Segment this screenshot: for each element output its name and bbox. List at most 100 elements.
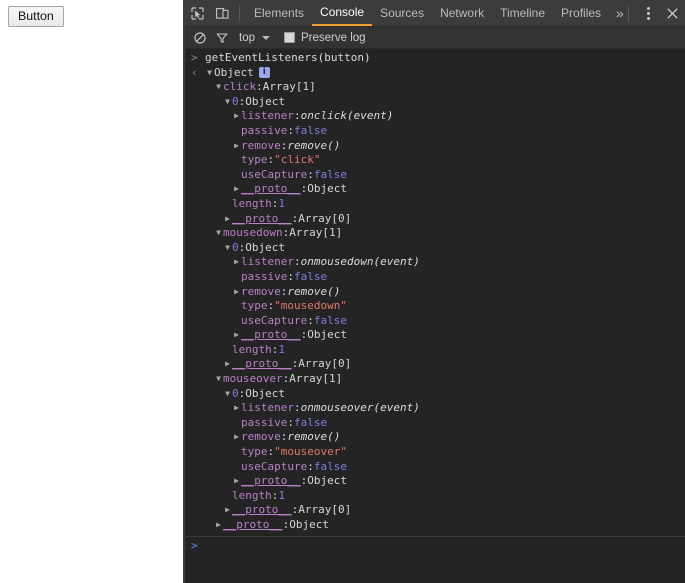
tab-sources[interactable]: Sources [372, 0, 432, 26]
device-toolbar-icon[interactable] [210, 0, 235, 26]
property-value: Object [307, 328, 347, 342]
disclosure-triangle-icon[interactable]: ▶ [232, 139, 241, 154]
disclosure-triangle-icon[interactable]: ▶ [232, 255, 241, 270]
property-colon: : [287, 123, 294, 137]
tab-timeline[interactable]: Timeline [492, 0, 553, 26]
property-value: Array[1] [289, 372, 343, 386]
console-tree-row: ▶ __proto__: Array[0] [185, 212, 685, 227]
toolbar-right-separator [628, 4, 629, 22]
console-tree-row: ▼ 0: Object [185, 95, 685, 110]
disclosure-triangle-icon[interactable]: ▶ [232, 430, 241, 445]
more-options-icon[interactable] [637, 0, 659, 26]
preserve-log-checkbox[interactable] [284, 32, 295, 43]
property-name: listener [241, 109, 294, 123]
property-colon: : [300, 328, 308, 342]
property-value: 1 [278, 342, 285, 356]
clear-console-icon[interactable] [189, 27, 211, 48]
filter-funnel-icon[interactable] [211, 27, 233, 48]
property-colon: : [280, 138, 288, 152]
disclosure-triangle-icon[interactable]: ▶ [232, 182, 241, 197]
property-value: Object [307, 182, 347, 196]
inspect-cursor-icon[interactable] [185, 0, 210, 26]
property-name: type [241, 445, 268, 459]
disclosure-spacer: ▶ [232, 460, 241, 475]
console-tree-row: ▶ remove: remove() [185, 430, 685, 445]
property-name: length [232, 196, 272, 210]
disclosure-triangle-icon[interactable]: ▶ [223, 357, 232, 372]
console-tree-row: ▶ __proto__: Object [185, 474, 685, 489]
property-value: Array[0] [298, 357, 352, 371]
property-name: click [223, 80, 257, 94]
property-name: listener [241, 255, 294, 269]
console-tree-row: ▶ __proto__: Object [185, 518, 685, 533]
disclosure-triangle-icon[interactable]: ▶ [232, 474, 241, 489]
info-badge-icon [258, 66, 270, 79]
close-icon[interactable] [659, 0, 685, 26]
disclosure-triangle-icon[interactable]: ▶ [214, 518, 223, 533]
disclosure-triangle-icon[interactable]: ▼ [223, 387, 232, 402]
console-tree-row: ▶ listener: onmousedown(event) [185, 255, 685, 270]
property-name: __proto__ [241, 328, 301, 342]
disclosure-spacer: ▶ [232, 168, 241, 183]
property-colon: : [282, 372, 290, 386]
disclosure-triangle-icon[interactable]: ▼ [223, 95, 232, 110]
tab-elements[interactable]: Elements [246, 0, 312, 26]
property-value: false [293, 269, 328, 283]
disclosure-triangle-icon[interactable]: ▶ [232, 285, 241, 300]
console-prompt[interactable]: > [185, 537, 685, 555]
console-tree-row: ▶passive: false [185, 416, 685, 431]
disclosure-triangle-icon[interactable]: ▶ [232, 109, 241, 124]
property-colon: : [293, 401, 301, 415]
tab-network[interactable]: Network [432, 0, 492, 26]
disclosure-triangle-icon[interactable]: ▼ [223, 241, 232, 256]
property-name: mousedown [223, 226, 283, 240]
disclosure-triangle-icon[interactable]: ▼ [214, 226, 223, 241]
property-value: "mouseover" [274, 445, 347, 459]
disclosure-triangle-icon[interactable]: ▶ [232, 328, 241, 343]
execution-context-select[interactable]: top [239, 32, 270, 44]
console-tree-row: ▶ __proto__: Array[0] [185, 357, 685, 372]
property-value: Object [245, 240, 285, 254]
console-tree-row: ▶ remove: remove() [185, 139, 685, 154]
property-name: __proto__ [241, 182, 301, 196]
console-output[interactable]: >getEventListeners(button)‹▼Object▼click… [185, 49, 685, 583]
property-value: false [313, 459, 347, 473]
property-name: __proto__ [232, 211, 292, 225]
property-value: false [293, 123, 328, 137]
console-tree-row: ▶ listener: onclick(event) [185, 109, 685, 124]
result-marker-icon: ‹ [191, 65, 198, 79]
disclosure-spacer: ▶ [223, 197, 232, 212]
toolbar-right-group [620, 0, 685, 26]
disclosure-triangle-icon[interactable]: ▼ [205, 66, 214, 81]
console-tree-row: ▼ mouseover: Array[1] [185, 372, 685, 387]
console-tree-row: ▶passive: false [185, 270, 685, 285]
disclosure-spacer: ▶ [232, 416, 241, 431]
console-tree-row: ▶useCapture: false [185, 460, 685, 475]
console-tree-row: ▶type: "mousedown" [185, 299, 685, 314]
preserve-log-label: Preserve log [301, 31, 366, 44]
execution-context-value: top [239, 31, 255, 44]
property-colon: : [271, 196, 279, 210]
page-viewport: Button [0, 0, 183, 583]
console-tree-row: ▶passive: false [185, 124, 685, 139]
disclosure-triangle-icon[interactable]: ▶ [223, 212, 232, 227]
disclosure-triangle-icon[interactable]: ▼ [214, 372, 223, 387]
property-colon: : [307, 313, 314, 327]
console-tree-row: ▶type: "click" [185, 153, 685, 168]
tab-profiles[interactable]: Profiles [553, 0, 609, 26]
property-name: useCapture [241, 313, 308, 327]
property-name: __proto__ [241, 474, 301, 488]
disclosure-spacer: ▶ [223, 343, 232, 358]
property-value: false [313, 167, 347, 181]
disclosure-triangle-icon[interactable]: ▶ [232, 401, 241, 416]
page-button[interactable]: Button [8, 6, 64, 27]
disclosure-triangle-icon[interactable]: ▼ [214, 80, 223, 95]
property-value: Object [245, 386, 285, 400]
chevron-down-icon [262, 35, 270, 40]
preserve-log-toggle[interactable]: Preserve log [284, 32, 366, 44]
disclosure-triangle-icon[interactable]: ▶ [223, 503, 232, 518]
property-colon: : [307, 167, 314, 181]
property-colon: : [293, 109, 301, 123]
property-value: Object [245, 94, 285, 108]
tab-console[interactable]: Console [312, 0, 373, 26]
